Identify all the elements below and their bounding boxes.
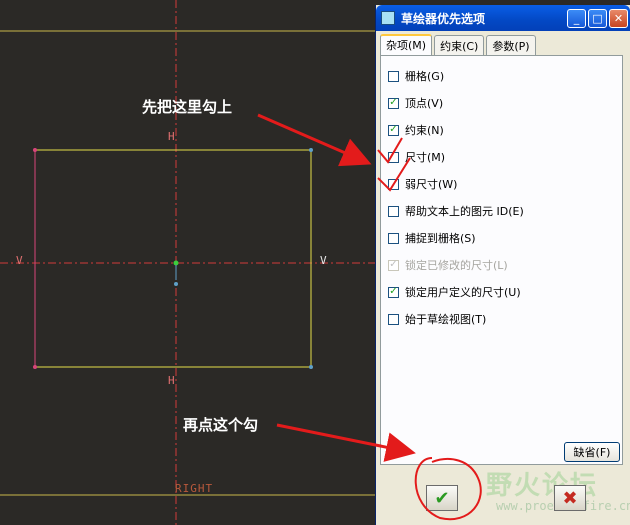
- snap-to-grid-checkbox[interactable]: [388, 232, 399, 244]
- option-weak-dimensions[interactable]: 弱尺寸(W): [388, 176, 457, 192]
- option-label: 弱尺寸(W): [405, 178, 458, 191]
- option-label: 尺寸(M): [405, 151, 446, 164]
- cross-icon: ✖: [562, 487, 578, 509]
- minimize-button[interactable]: _: [567, 8, 586, 28]
- checkmark-icon: ✔: [434, 487, 450, 509]
- center-point: [173, 260, 179, 266]
- dialog-titlebar[interactable]: 草绘器优先选项 _ □ ✕: [376, 5, 630, 31]
- option-entity-ids[interactable]: 帮助文本上的图元 ID(E): [388, 203, 524, 219]
- option-label: 帮助文本上的图元 ID(E): [405, 205, 524, 218]
- dialog-title: 草绘器优先选项: [401, 11, 486, 26]
- option-label: 锁定已修改的尺寸(L): [405, 259, 508, 272]
- lock-modified-dims-checkbox: ✓: [388, 259, 399, 271]
- cancel-button[interactable]: ✖: [554, 485, 586, 511]
- option-dimensions[interactable]: 尺寸(M): [388, 149, 445, 165]
- tab-constraints[interactable]: 约束(C): [434, 35, 485, 56]
- vertex-bottom-right: [309, 365, 313, 369]
- entity-ids-checkbox[interactable]: [388, 205, 399, 217]
- option-label: 栅格(G): [405, 70, 445, 83]
- grid-checkbox[interactable]: [388, 70, 399, 82]
- sketcher-preferences-dialog: 草绘器优先选项 _ □ ✕ 杂项(M) 约束(C) 参数(P) 栅格(G) ✓ …: [375, 5, 630, 525]
- sketch-drawing: [0, 0, 375, 525]
- constraint-v-right: V: [320, 254, 327, 267]
- close-button[interactable]: ✕: [609, 8, 628, 28]
- ok-button[interactable]: ✔: [426, 485, 458, 511]
- weak-dimensions-checkbox[interactable]: [388, 178, 399, 190]
- option-start-sketch-view[interactable]: 始于草绘视图(T): [388, 311, 486, 327]
- tab-bar: 杂项(M) 约束(C) 参数(P): [380, 34, 538, 56]
- annotation-second-step: 再点这个勾: [183, 416, 259, 434]
- maximize-button[interactable]: □: [588, 8, 607, 28]
- dimensions-checkbox[interactable]: [388, 151, 399, 163]
- sketch-canvas[interactable]: H H V V RIGHT 先把这里勾上 再点这个勾: [0, 0, 375, 525]
- vertices-checkbox[interactable]: ✓: [388, 97, 399, 109]
- annotation-first-step: 先把这里勾上: [142, 98, 233, 116]
- misc-options-panel: 栅格(G) ✓ 顶点(V) ✓ 约束(N) 尺寸(M) 弱尺寸(W) 帮助文本上…: [380, 55, 623, 465]
- option-label: 始于草绘视图(T): [405, 313, 487, 326]
- option-label: 顶点(V): [405, 97, 444, 110]
- datum-right-label: RIGHT: [175, 482, 214, 495]
- constraint-v-left: V: [16, 254, 23, 267]
- option-constraints[interactable]: ✓ 约束(N): [388, 122, 444, 138]
- option-snap-to-grid[interactable]: 捕捉到栅格(S): [388, 230, 476, 246]
- option-label: 锁定用户定义的尺寸(U): [405, 286, 521, 299]
- app-icon: [381, 11, 395, 25]
- constraints-checkbox[interactable]: ✓: [388, 124, 399, 136]
- tab-misc[interactable]: 杂项(M): [380, 34, 433, 55]
- lock-user-dims-checkbox[interactable]: ✓: [388, 286, 399, 298]
- vertex-top-left: [33, 148, 37, 152]
- option-label: 捕捉到栅格(S): [405, 232, 476, 245]
- option-lock-modified-dims: ✓ 锁定已修改的尺寸(L): [388, 257, 508, 273]
- vertex-bottom-left: [33, 365, 37, 369]
- option-grid[interactable]: 栅格(G): [388, 68, 444, 84]
- tab-parameters[interactable]: 参数(P): [486, 35, 536, 56]
- start-sketch-view-checkbox[interactable]: [388, 313, 399, 325]
- option-vertices[interactable]: ✓ 顶点(V): [388, 95, 443, 111]
- option-lock-user-dims[interactable]: ✓ 锁定用户定义的尺寸(U): [388, 284, 521, 300]
- center-marker-dot: [174, 282, 178, 286]
- constraint-h-top: H: [168, 130, 175, 143]
- default-button[interactable]: 缺省(F): [564, 442, 620, 462]
- option-label: 约束(N): [405, 124, 444, 137]
- constraint-h-bottom: H: [168, 374, 175, 387]
- vertex-top-right: [309, 148, 313, 152]
